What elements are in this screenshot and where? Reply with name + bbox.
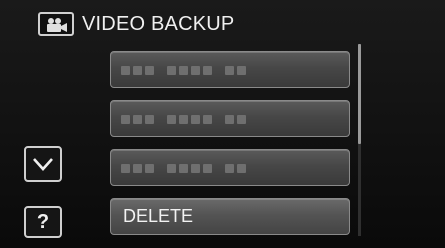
placeholder-text (121, 162, 246, 174)
menu-item-1[interactable] (110, 51, 350, 88)
placeholder-text (121, 64, 246, 76)
delete-button[interactable]: DELETE (110, 198, 350, 235)
help-button[interactable]: ? (24, 206, 62, 238)
camera-menu-screen: VIDEO BACKUP DELETE ? (0, 0, 445, 248)
delete-label: DELETE (123, 206, 194, 226)
menu-item-3[interactable] (110, 149, 350, 186)
menu-item-2[interactable] (110, 100, 350, 137)
help-label: ? (36, 210, 50, 233)
video-camera-icon (38, 12, 74, 36)
scroll-down-button[interactable] (24, 146, 62, 182)
scrollbar-thumb[interactable] (358, 44, 361, 144)
chevron-down-icon (33, 158, 53, 171)
placeholder-text (121, 113, 246, 125)
page-title: VIDEO BACKUP (82, 13, 235, 35)
